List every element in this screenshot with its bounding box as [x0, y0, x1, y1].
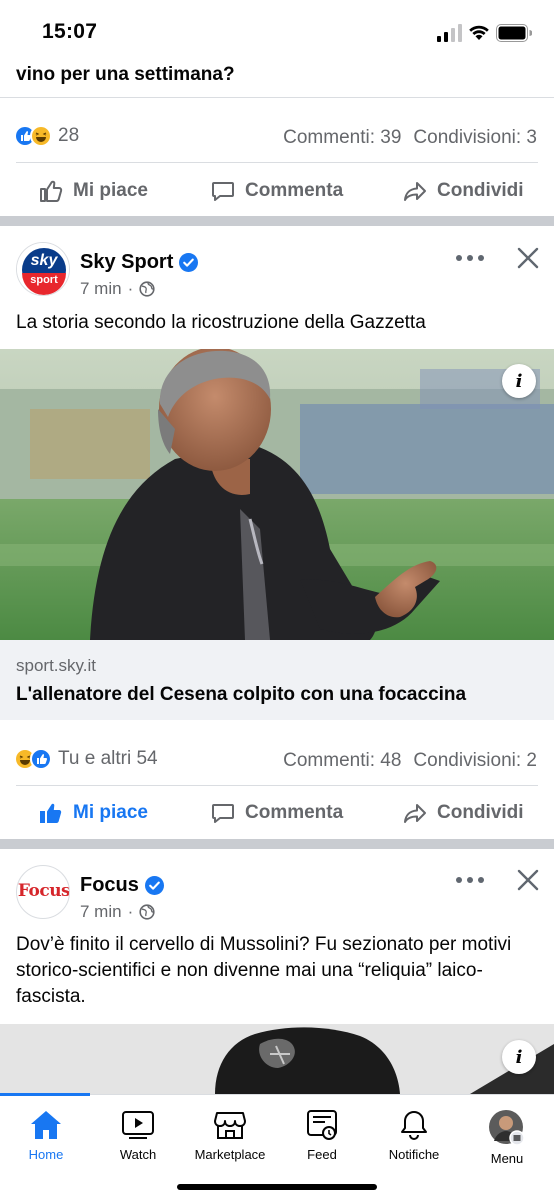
- more-options-button[interactable]: [456, 875, 484, 885]
- post-image[interactable]: [0, 1024, 554, 1094]
- globe-icon: [139, 904, 155, 920]
- haha-reaction-icon: [30, 125, 52, 147]
- comments-count[interactable]: Commenti: 39: [283, 127, 401, 148]
- tab-home[interactable]: Home: [0, 1095, 92, 1175]
- home-icon: [31, 1111, 61, 1139]
- post-meta: 7 min ·: [80, 279, 155, 299]
- post-time[interactable]: 7 min: [80, 902, 122, 922]
- close-icon[interactable]: [515, 245, 541, 271]
- reactions-summary[interactable]: Tu e altri 54: [14, 748, 158, 770]
- tab-feed[interactable]: Feed: [276, 1095, 368, 1175]
- like-label: Mi piace: [73, 802, 148, 823]
- comment-icon: [212, 804, 234, 823]
- link-title: L'allenatore del Cesena colpito con una …: [16, 684, 467, 705]
- globe-icon: [139, 281, 155, 297]
- tab-label: Notifiche: [388, 1147, 440, 1162]
- share-label: Condividi: [437, 802, 524, 823]
- wifi-icon: [469, 25, 489, 40]
- page-name-text: Focus: [80, 874, 139, 896]
- feed-icon: [307, 1110, 337, 1140]
- watch-icon: [122, 1111, 154, 1139]
- tab-label: Watch: [119, 1147, 157, 1162]
- page-name[interactable]: Focus: [80, 874, 164, 897]
- shares-count[interactable]: Condivisioni: 3: [413, 127, 537, 148]
- post-image[interactable]: [0, 349, 554, 640]
- thumbs-up-icon: [40, 180, 63, 202]
- page-name-text: Sky Sport: [80, 251, 174, 273]
- like-reaction-icon: [30, 748, 52, 770]
- comment-label: Commenta: [245, 802, 344, 823]
- sport-logo-text: sport: [30, 274, 58, 286]
- tab-label: Home: [28, 1147, 64, 1162]
- post-counts: Commenti: 48 Condivisioni: 2: [283, 750, 537, 772]
- post-meta: 7 min ·: [80, 902, 155, 922]
- ad-info-icon[interactable]: i: [502, 1040, 536, 1074]
- bell-icon: [401, 1111, 427, 1140]
- focus-avatar[interactable]: Focus: [16, 865, 70, 919]
- profile-avatar-icon: [489, 1110, 525, 1145]
- comment-label: Commenta: [245, 180, 344, 201]
- previous-post-title[interactable]: vino per una settimana?: [16, 64, 235, 86]
- link-preview[interactable]: sport.sky.it L'allenatore del Cesena col…: [0, 640, 554, 720]
- divider: [16, 162, 538, 163]
- comment-button[interactable]: Commenta: [210, 178, 343, 204]
- tab-label: Feed: [307, 1147, 337, 1162]
- feed-separator: [0, 216, 554, 226]
- ad-info-icon[interactable]: i: [502, 364, 536, 398]
- cellular-signal-icon: [437, 24, 462, 42]
- more-options-button[interactable]: [456, 253, 484, 263]
- tab-notifiche[interactable]: Notifiche: [368, 1095, 460, 1175]
- comment-icon: [212, 182, 234, 201]
- reactions-text: Tu e altri 54: [58, 748, 158, 769]
- focus-logo-text: Focus: [17, 881, 70, 901]
- post-time[interactable]: 7 min: [80, 279, 122, 299]
- like-button[interactable]: Mi piace: [38, 800, 148, 826]
- share-arrow-icon: [404, 804, 426, 823]
- verified-badge-icon: [144, 876, 164, 895]
- divider: [16, 785, 538, 786]
- comment-button[interactable]: Commenta: [210, 800, 343, 826]
- post-text: Dov’è finito il cervello di Mussolini? F…: [16, 934, 512, 1007]
- feed-separator: [0, 839, 554, 849]
- thumbs-up-filled-icon: [40, 803, 62, 823]
- sky-logo-text: sky: [30, 252, 58, 269]
- like-button[interactable]: Mi piace: [38, 178, 148, 204]
- like-label: Mi piace: [73, 180, 148, 201]
- page-name[interactable]: Sky Sport: [80, 251, 199, 274]
- tab-label: Menu: [490, 1151, 524, 1166]
- comments-count[interactable]: Commenti: 48: [283, 750, 401, 771]
- link-domain: sport.sky.it: [16, 656, 96, 675]
- tab-label: Marketplace: [194, 1147, 266, 1162]
- previous-post-title-box: vino per una settimana?: [0, 64, 554, 98]
- tab-menu[interactable]: Menu: [461, 1095, 553, 1175]
- reactions-summary[interactable]: 28: [14, 125, 79, 147]
- battery-icon: [496, 24, 532, 42]
- shares-count[interactable]: Condivisioni: 2: [413, 750, 537, 771]
- post-text: La storia secondo la ricostruzione della…: [16, 312, 426, 333]
- sky-sport-avatar[interactable]: sky sport: [16, 242, 70, 296]
- share-button[interactable]: Condividi: [402, 800, 524, 826]
- share-button[interactable]: Condividi: [402, 178, 524, 204]
- tab-watch[interactable]: Watch: [92, 1095, 184, 1175]
- post-counts: Commenti: 39 Condivisioni: 3: [283, 127, 537, 149]
- marketplace-icon: [214, 1112, 246, 1139]
- reactions-count: 28: [58, 125, 80, 146]
- tab-marketplace[interactable]: Marketplace: [184, 1095, 276, 1175]
- home-indicator: [177, 1184, 377, 1190]
- close-icon[interactable]: [515, 867, 541, 893]
- status-time: 15:07: [42, 20, 98, 43]
- share-label: Condividi: [437, 180, 524, 201]
- status-bar: 15:07: [0, 0, 554, 64]
- share-arrow-icon: [404, 182, 426, 201]
- verified-badge-icon: [179, 253, 199, 272]
